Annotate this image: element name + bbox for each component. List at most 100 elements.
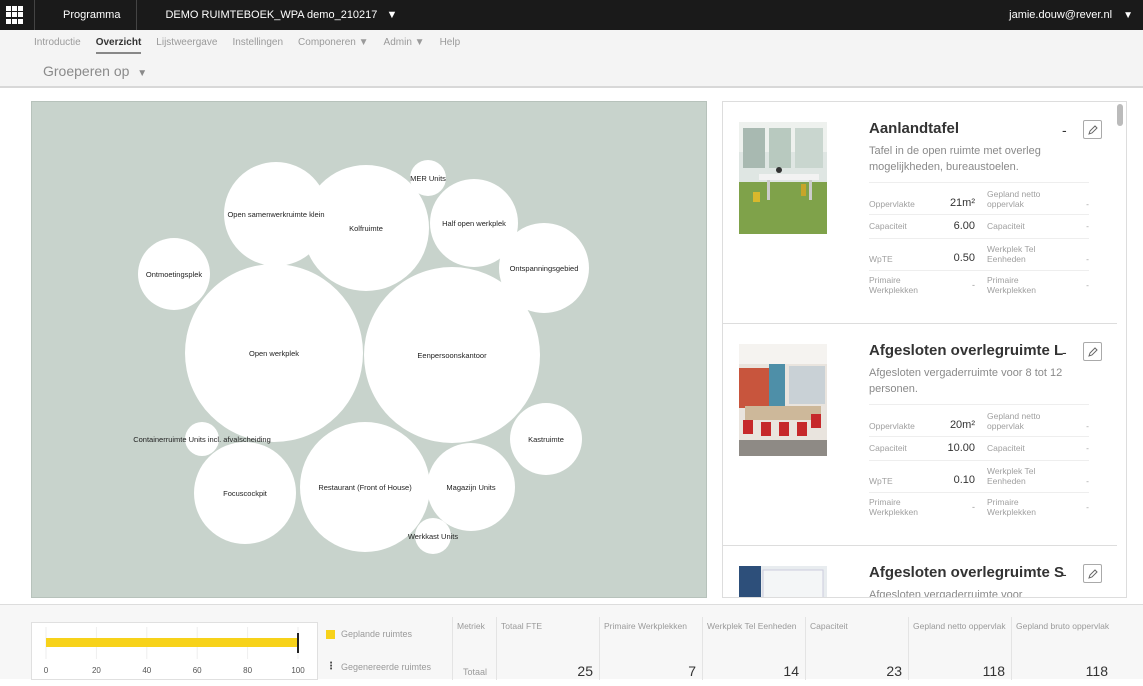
prop-value: -	[972, 501, 975, 512]
bubble-label: Werkkast Units	[408, 532, 459, 541]
bubble-chart: Open samenwerkruimte klein Kolfruimte MER …	[133, 160, 589, 554]
card-dash: -	[1062, 122, 1067, 138]
prop-label: Capaciteit	[869, 220, 907, 231]
top-bar: Programma DEMO RUIMTEBOEK_WPA demo_21021…	[0, 0, 1143, 30]
user-menu[interactable]: jamie.douw@rever.nl ▼	[1009, 9, 1143, 21]
bubble-label: Restaurant (Front of House)	[318, 483, 412, 492]
metric-value: 118	[982, 663, 1005, 679]
pencil-icon	[1087, 124, 1098, 135]
metric-column: Gepland netto oppervlak 118	[908, 617, 1011, 680]
legend-swatch	[326, 629, 335, 639]
edit-button[interactable]	[1083, 120, 1102, 139]
tab-introductie[interactable]: Introductie	[34, 37, 81, 52]
room-photo	[739, 122, 827, 234]
tab-lijstweergave[interactable]: Lijstweergave	[156, 37, 217, 52]
tick-label: 40	[142, 666, 151, 675]
bubble-label: Ontmoetingsplek	[146, 270, 203, 279]
metric-value: 23	[886, 663, 902, 679]
prop-value: -	[1086, 421, 1089, 431]
prop-value: 6.00	[953, 219, 975, 232]
room-card-list[interactable]: Aanlandtafel - Tafel in de open ruimte m…	[722, 101, 1127, 598]
tab-overzicht[interactable]: Overzicht	[95, 37, 141, 54]
legend-label: Geplande ruimtes	[341, 629, 413, 639]
bubble-label: Kolfruimte	[349, 224, 383, 233]
card-dash: -	[1062, 344, 1067, 360]
prop-value: -	[972, 279, 975, 290]
prop-label: Gepland netto oppervlak	[987, 189, 1041, 209]
tab-componeren[interactable]: Componeren ▼	[298, 37, 369, 52]
tab-help[interactable]: Help	[440, 37, 461, 52]
metric-header: Werkplek Tel Eenheden	[707, 621, 797, 631]
groupby-dropdown[interactable]: Groeperen op ▼	[43, 63, 147, 79]
project-selector[interactable]: DEMO RUIMTEBOEK_WPA demo_210217 ▼	[137, 9, 409, 21]
edit-button[interactable]	[1083, 564, 1102, 583]
prop-value: 10.00	[947, 441, 975, 454]
metric-column: Primaire Werkplekken 7	[599, 617, 702, 680]
tab-admin[interactable]: Admin ▼	[384, 37, 425, 52]
pencil-icon	[1087, 346, 1098, 357]
legend-generated[interactable]: ⋮ Gegenereerde ruimtes	[326, 661, 431, 672]
program-label[interactable]: Programma	[35, 9, 132, 21]
card-title: Afgesloten overlegruimte L	[869, 342, 1064, 359]
prop-value: -	[1086, 199, 1089, 209]
prop-label: Primaire Werkplekken	[987, 496, 1036, 517]
card-description: Afgesloten vergaderruimte voor	[869, 589, 1023, 598]
chevron-down-icon: ▼	[386, 9, 398, 21]
room-card[interactable]: Afgesloten overlegruimte L - Afgesloten …	[723, 324, 1117, 546]
chevron-down-icon: ▼	[137, 68, 148, 79]
bubble-label: Focuscockpit	[223, 489, 268, 498]
metric-column: Totaal FTE 25	[496, 617, 599, 680]
card-title: Afgesloten overlegruimte S	[869, 564, 1065, 581]
bubble-chart-panel: Open samenwerkruimte klein Kolfruimte MER …	[31, 101, 707, 598]
bubble-label: Eenpersoonskantoor	[417, 351, 487, 360]
metric-column: Gepland bruto oppervlak 118	[1011, 617, 1114, 680]
metric-value: 14	[783, 663, 799, 679]
prop-label: Oppervlakte	[869, 199, 915, 209]
card-dash: -	[1062, 566, 1067, 582]
metric-column: Capaciteit 23	[805, 617, 908, 680]
scrollbar[interactable]	[1117, 104, 1123, 126]
project-title: DEMO RUIMTEBOEK_WPA demo_210217	[165, 9, 378, 21]
prop-label: Primaire Werkplekken	[987, 274, 1036, 295]
tick-label: 80	[243, 666, 252, 675]
prop-value: 20m²	[949, 419, 975, 431]
bubble-label: Kastruimte	[528, 435, 564, 444]
room-card[interactable]: Afgesloten overlegruimte S - Afgesloten …	[723, 546, 1117, 598]
room-photo	[739, 566, 827, 597]
card-description: Tafel in de open ruimte met overleg moge…	[869, 145, 1041, 173]
room-photo	[739, 344, 827, 456]
metric-header: Gepland bruto oppervlak	[1016, 621, 1110, 631]
metric-header: Totaal FTE	[501, 621, 543, 631]
planned-bar	[46, 638, 298, 647]
card-description: Afgesloten vergaderruimte voor 8 tot 12 …	[869, 367, 1063, 395]
tab-bar: Introductie Overzicht Lijstweergave Instell…	[0, 30, 1143, 54]
tick-label: 0	[44, 666, 49, 675]
prop-label: Oppervlakte	[869, 421, 915, 431]
metric-value: 25	[577, 663, 593, 679]
card-title: Aanlandtafel	[869, 120, 960, 137]
bubble-label: Magazijn Units	[446, 483, 495, 492]
groupby-label: Groeperen op	[43, 63, 130, 79]
tab-instellingen[interactable]: Instellingen	[232, 37, 283, 52]
prop-label: Werkplek Tel Eenheden	[987, 244, 1036, 264]
prop-label: WpTE	[869, 254, 893, 264]
tick-label: 20	[92, 666, 101, 675]
prop-value: -	[1086, 476, 1089, 486]
tick-label: 60	[193, 666, 202, 675]
edit-button[interactable]	[1083, 342, 1102, 361]
user-email: jamie.douw@rever.nl	[1009, 9, 1113, 21]
legend-planned[interactable]: Geplande ruimtes	[326, 629, 412, 639]
metric-value: 7	[688, 663, 696, 679]
app-grid-icon[interactable]	[0, 0, 30, 30]
prop-label: WpTE	[869, 476, 893, 486]
metrics-table: Metriek Totaal Totaal FTE 25 Primaire Werk…	[452, 617, 1114, 680]
metric-header: Capaciteit	[810, 621, 848, 631]
metric-header: Metriek	[457, 621, 485, 631]
metric-column: Werkplek Tel Eenheden 14	[702, 617, 805, 680]
metric-value: 118	[1085, 663, 1108, 679]
pencil-icon	[1087, 568, 1098, 579]
metric-label-column: Metriek Totaal	[452, 617, 496, 680]
progress-mini-chart: 0 20 40 60 80 100	[31, 622, 318, 680]
room-card[interactable]: Aanlandtafel - Tafel in de open ruimte m…	[723, 102, 1117, 324]
navigation: Introductie Overzicht Lijstweergave Instell…	[0, 30, 1143, 88]
